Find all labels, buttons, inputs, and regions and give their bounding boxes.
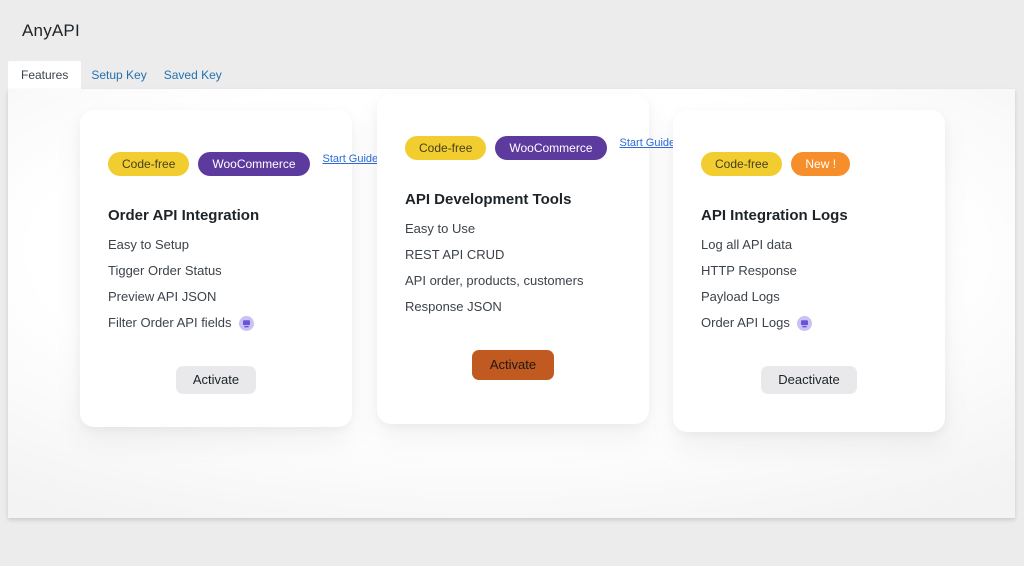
badge-woocommerce: WooCommerce: [495, 136, 607, 160]
feature-list: Log all API data HTTP Response Payload L…: [701, 237, 917, 331]
feature-text: Order API Logs: [701, 315, 790, 330]
feature-text: Preview API JSON: [108, 289, 217, 304]
feature-list: Easy to Setup Tigger Order Status Previe…: [108, 237, 324, 331]
page-title: AnyAPI: [22, 21, 80, 40]
feature-item: Easy to Use: [405, 221, 621, 237]
start-guide-link[interactable]: Start Guide: [620, 137, 676, 149]
activate-button[interactable]: Activate: [175, 366, 257, 394]
feature-text: Filter Order API fields: [108, 315, 232, 330]
feature-text: Easy to Use: [405, 221, 476, 236]
feature-item: Order API Logs: [701, 315, 917, 331]
tab-saved-key[interactable]: Saved Key: [157, 61, 229, 89]
activate-button[interactable]: Activate: [471, 350, 555, 380]
badge-row: Code-free New !: [701, 152, 917, 176]
tab-bar: Features Setup Key Saved Key: [8, 61, 229, 89]
feature-text: API order, products, customers: [405, 273, 584, 288]
feature-text: REST API CRUD: [405, 247, 505, 262]
tab-features[interactable]: Features: [8, 61, 82, 89]
feature-item: Payload Logs: [701, 289, 917, 305]
card-api-development-tools: Code-free WooCommerce Start Guide API De…: [377, 94, 675, 424]
premium-icon: [238, 315, 254, 331]
feature-text: Log all API data: [701, 237, 793, 252]
feature-item: REST API CRUD: [405, 247, 621, 263]
feature-text: Payload Logs: [701, 289, 780, 304]
badge-new: New !: [791, 152, 851, 176]
card-title: Order API Integration: [108, 207, 260, 224]
feature-item: HTTP Response: [701, 263, 917, 279]
feature-text: Response JSON: [405, 299, 502, 314]
feature-item: Filter Order API fields: [108, 315, 324, 331]
feature-text: Easy to Setup: [108, 237, 189, 252]
feature-list: Easy to Use REST API CRUD API order, pro…: [405, 221, 621, 315]
tab-setup-key[interactable]: Setup Key: [84, 61, 153, 89]
card-api-integration-logs: Code-free New ! API Integration Logs Log…: [673, 110, 945, 432]
deactivate-button[interactable]: Deactivate: [761, 366, 857, 394]
badge-code-free: Code-free: [701, 152, 783, 176]
badge-row: Code-free WooCommerce Start Guide: [108, 152, 378, 176]
feature-item: Preview API JSON: [108, 289, 324, 305]
button-row: Activate: [108, 366, 324, 394]
feature-text: Tigger Order Status: [108, 263, 222, 278]
button-row: Activate: [405, 350, 621, 380]
feature-item: API order, products, customers: [405, 273, 621, 289]
content-panel: Code-free WooCommerce Start Guide Order …: [8, 89, 1015, 518]
badge-row: Code-free WooCommerce Start Guide: [405, 136, 675, 160]
card-order-api-integration: Code-free WooCommerce Start Guide Order …: [80, 110, 378, 427]
feature-item: Log all API data: [701, 237, 917, 253]
feature-item: Tigger Order Status: [108, 263, 324, 279]
feature-text: HTTP Response: [701, 263, 797, 278]
feature-item: Response JSON: [405, 299, 621, 315]
badge-code-free: Code-free: [405, 136, 487, 160]
badge-woocommerce: WooCommerce: [198, 152, 310, 176]
badge-code-free: Code-free: [108, 152, 190, 176]
card-title: API Development Tools: [405, 191, 572, 208]
card-title: API Integration Logs: [701, 207, 848, 224]
feature-item: Easy to Setup: [108, 237, 324, 253]
start-guide-link[interactable]: Start Guide: [323, 153, 379, 165]
button-row: Deactivate: [701, 366, 917, 394]
premium-icon: [796, 315, 812, 331]
